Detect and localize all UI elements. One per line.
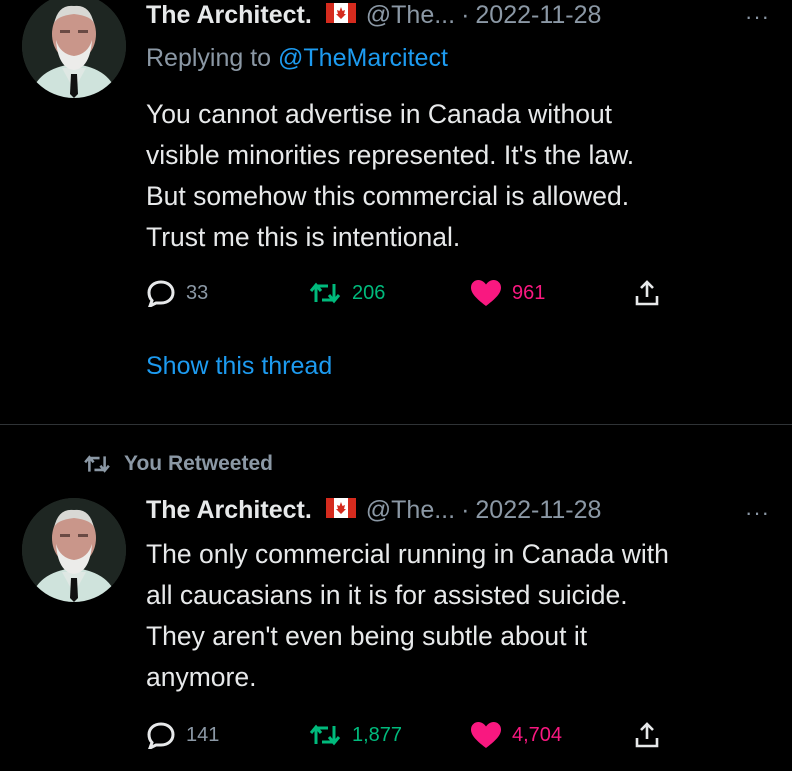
- canada-flag-icon: [325, 3, 356, 28]
- tweet-line: anymore.: [146, 662, 257, 692]
- retweet-button[interactable]: 206: [308, 278, 385, 308]
- like-button[interactable]: 4,704: [470, 720, 562, 750]
- tweet-line: The only commercial running in Canada wi…: [146, 539, 669, 569]
- retweet-button[interactable]: 1,877: [308, 720, 402, 750]
- tweet-header: The Architect. @The... · 2022-11-28: [146, 496, 601, 525]
- reply-count: 33: [186, 281, 209, 304]
- author-name[interactable]: The Architect.: [146, 1, 312, 30]
- tweet-text: You cannot advertise in Canada without v…: [146, 94, 776, 258]
- retweet-icon: [309, 282, 341, 304]
- like-count: 961: [512, 281, 546, 304]
- replying-to-mention[interactable]: @TheMarcitect: [278, 44, 448, 72]
- tweet-line: all caucasians in it is for assisted sui…: [146, 580, 628, 610]
- replying-to: Replying to @TheMarcitect: [146, 44, 448, 73]
- heart-icon: [471, 722, 501, 748]
- tweet-line: They aren't even being subtle about it: [146, 621, 588, 651]
- tweet-line: visible minorities represented. It's the…: [146, 140, 635, 170]
- retweet-count: 1,877: [352, 723, 403, 746]
- show-thread-link[interactable]: Show this thread: [146, 352, 332, 381]
- like-button[interactable]: 961: [470, 278, 545, 308]
- tweet-header: The Architect. @The... · 2022-11-28: [146, 1, 601, 30]
- share-button[interactable]: [634, 720, 660, 750]
- tweet-line: You cannot advertise in Canada without: [146, 99, 613, 129]
- replying-prefix: Replying to: [146, 44, 279, 72]
- reply-icon: [147, 722, 175, 749]
- canada-flag-icon: [325, 498, 356, 523]
- tweet-line: But somehow this commercial is allowed.: [146, 181, 630, 211]
- tweet-line: Trust me this is intentional.: [146, 222, 461, 252]
- share-button[interactable]: [634, 278, 660, 308]
- tweet-text: The only commercial running in Canada wi…: [146, 534, 776, 698]
- retweet-icon: [309, 724, 341, 746]
- reply-count: 141: [186, 723, 220, 746]
- tweet[interactable]: The Architect. @The... · 2022-11-28 ··· …: [0, 0, 792, 425]
- divider: [0, 424, 792, 425]
- like-count: 4,704: [512, 723, 563, 746]
- heart-icon: [471, 280, 501, 306]
- tweet[interactable]: The Architect. @The... · 2022-11-28 ··· …: [0, 426, 792, 771]
- retweet-count: 206: [352, 281, 386, 304]
- more-options-icon[interactable]: ···: [745, 500, 770, 526]
- tweet-date[interactable]: 2022-11-28: [475, 496, 601, 525]
- reply-button[interactable]: 33: [146, 278, 208, 308]
- reply-button[interactable]: 141: [146, 720, 219, 750]
- separator: ·: [461, 496, 470, 524]
- share-icon: [635, 722, 659, 748]
- more-options-icon[interactable]: ···: [745, 4, 770, 30]
- avatar[interactable]: [22, 0, 126, 98]
- share-icon: [635, 280, 659, 306]
- reply-icon: [147, 280, 175, 307]
- author-handle[interactable]: @The...: [366, 496, 455, 525]
- tweet-date[interactable]: 2022-11-28: [475, 1, 601, 30]
- author-name[interactable]: The Architect.: [146, 496, 312, 525]
- author-handle[interactable]: @The...: [366, 1, 455, 30]
- separator: ·: [461, 1, 470, 29]
- avatar[interactable]: [22, 498, 126, 602]
